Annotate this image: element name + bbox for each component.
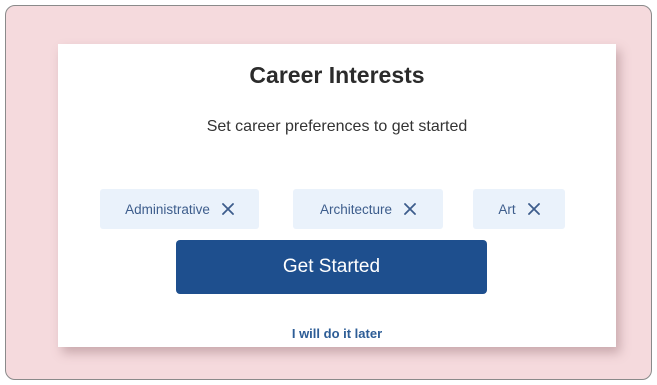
- career-interests-card: Career Interests Set career preferences …: [58, 44, 616, 347]
- chip-art[interactable]: Art: [473, 189, 565, 229]
- chip-architecture[interactable]: Architecture: [293, 189, 443, 229]
- get-started-button[interactable]: Get Started: [176, 240, 487, 294]
- background-frame: Career Interests Set career preferences …: [5, 5, 652, 380]
- do-it-later-link[interactable]: I will do it later: [58, 326, 616, 341]
- close-icon[interactable]: [404, 203, 416, 215]
- chip-label: Administrative: [125, 201, 210, 217]
- close-icon[interactable]: [527, 203, 540, 215]
- page-title: Career Interests: [249, 62, 425, 88]
- close-icon[interactable]: [221, 203, 234, 215]
- chip-administrative[interactable]: Administrative: [100, 189, 259, 229]
- chip-label: Art: [498, 201, 516, 217]
- page-subtitle: Set career preferences to get started: [206, 118, 468, 135]
- chip-label: Architecture: [319, 201, 393, 217]
